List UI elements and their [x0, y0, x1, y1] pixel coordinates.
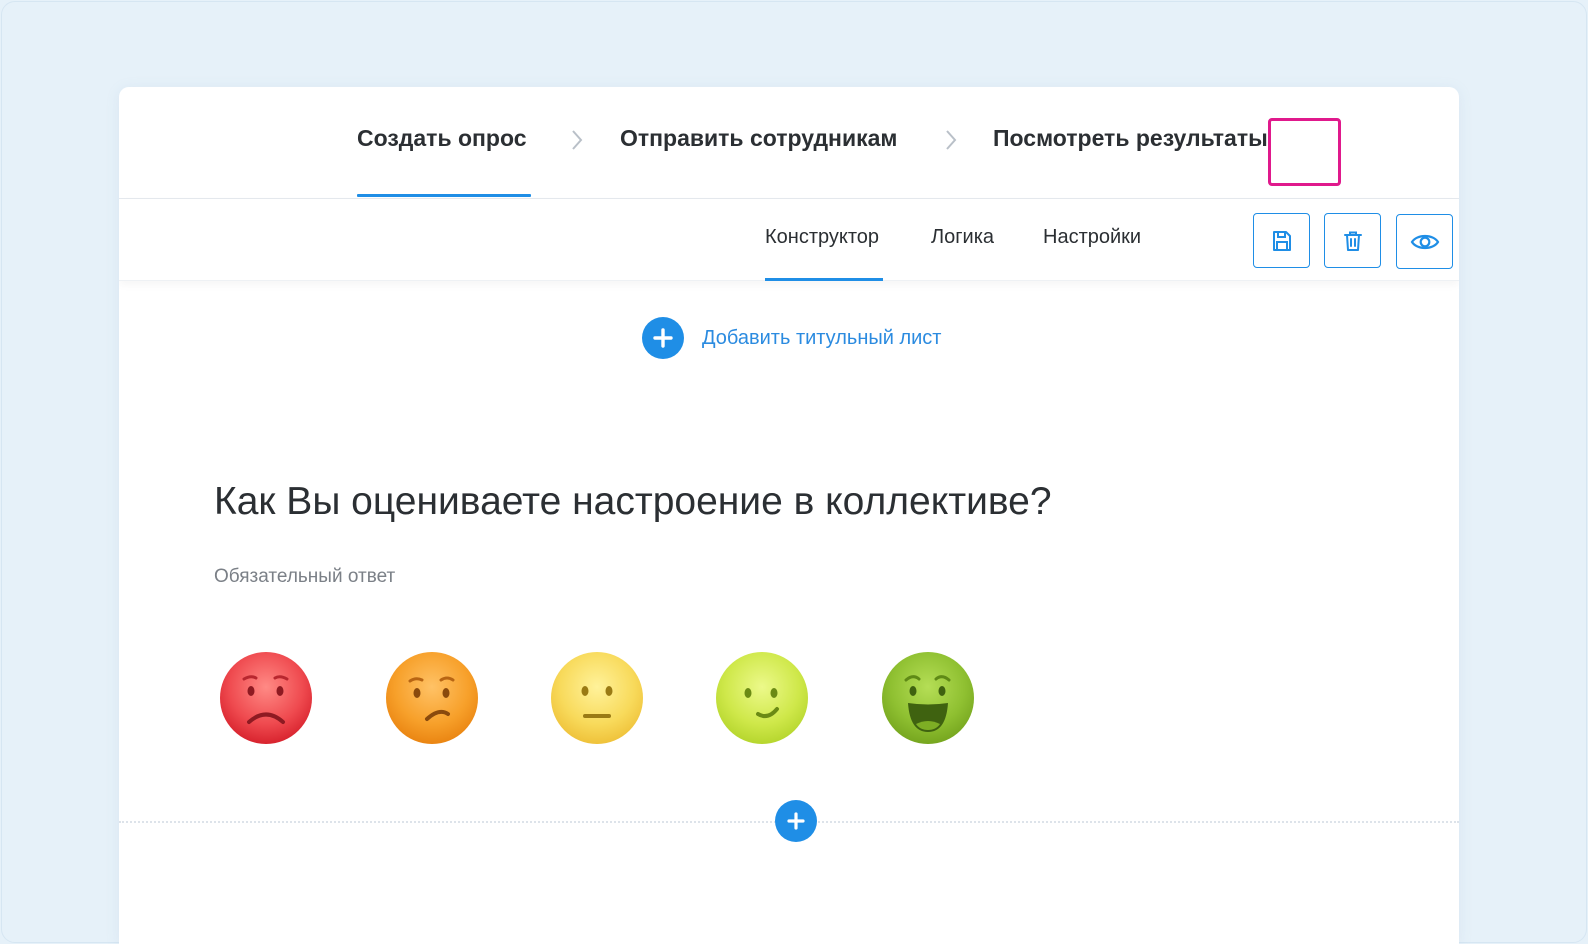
step-view-results[interactable]: Посмотреть результаты [993, 125, 1268, 155]
editor-toolbar: Конструктор Логика Настройки [119, 199, 1459, 281]
chevron-right-icon [572, 130, 583, 150]
trash-icon [1343, 231, 1362, 251]
preview-button[interactable] [1396, 214, 1453, 269]
very-sad-face-icon[interactable] [218, 650, 314, 746]
sad-face-icon[interactable] [384, 650, 480, 746]
step-send-to-employees[interactable]: Отправить сотрудникам [620, 125, 897, 155]
tab-constructor[interactable]: Конструктор [765, 226, 879, 249]
add-title-page-link[interactable]: Добавить титульный лист [642, 317, 941, 359]
chevron-right-icon [946, 130, 957, 150]
eye-icon [1410, 234, 1439, 249]
active-step-indicator [357, 194, 531, 197]
required-answer-label: Обязательный ответ [214, 566, 396, 587]
survey-card: Создать опрос Отправить сотрудникам Посм… [119, 87, 1459, 944]
add-title-page-label: Добавить титульный лист [702, 326, 942, 349]
tab-settings[interactable]: Настройки [1043, 226, 1141, 249]
mood-scale [218, 650, 978, 750]
add-question-button[interactable] [775, 800, 817, 842]
tab-logic[interactable]: Логика [931, 226, 994, 249]
active-tab-indicator [765, 278, 883, 281]
content-face-icon[interactable] [714, 650, 810, 746]
steps-header: Создать опрос Отправить сотрудникам Посм… [119, 87, 1459, 199]
happy-face-icon[interactable] [880, 650, 976, 746]
question-title[interactable]: Как Вы оцениваете настроение в коллектив… [214, 480, 1052, 524]
save-button[interactable] [1253, 213, 1310, 268]
plus-icon [642, 317, 684, 359]
delete-button[interactable] [1324, 213, 1381, 268]
plus-icon [787, 812, 805, 830]
neutral-face-icon[interactable] [549, 650, 645, 746]
save-icon [1272, 230, 1291, 251]
step-create-survey[interactable]: Создать опрос [357, 125, 527, 155]
